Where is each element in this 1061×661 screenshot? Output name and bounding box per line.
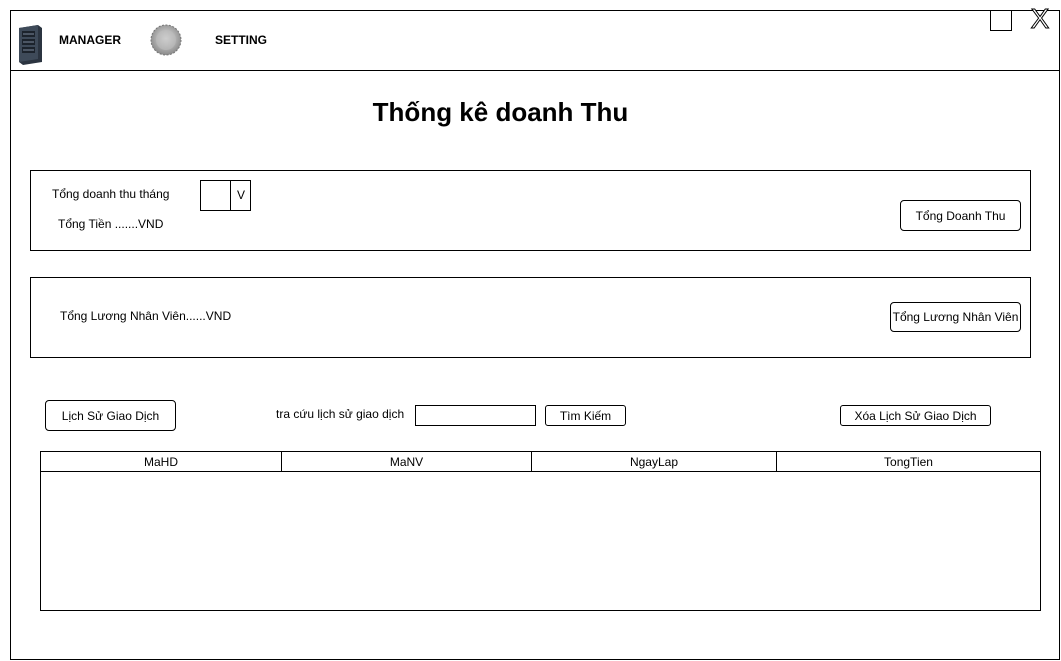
nav-manager[interactable]: MANAGER [59,33,121,47]
total-salary-button[interactable]: Tổng Lương Nhân Viên [890,302,1021,332]
salary-label: Tổng Lương Nhân Viên......VND [60,309,232,323]
search-input[interactable] [415,405,536,426]
search-button[interactable]: Tìm Kiếm [545,405,626,426]
column-header-tongtien[interactable]: TongTien [776,452,1040,472]
month-dropdown[interactable]: V [200,180,251,211]
nav-setting[interactable]: SETTING [215,33,267,47]
total-revenue-button[interactable]: Tổng Doanh Thu [900,200,1021,231]
total-revenue-label: Tổng Tiền .......VND [58,217,164,231]
column-header-mahd[interactable]: MaHD [41,452,281,472]
transactions-table[interactable]: MaHD MaNV NgayLap TongTien [40,451,1041,611]
server-icon[interactable] [16,22,44,66]
gear-icon[interactable] [149,20,183,60]
column-header-ngaylap[interactable]: NgayLap [531,452,776,472]
page-title: Thống kê doanh Thu [372,97,629,127]
revenue-panel [30,170,1031,251]
history-button[interactable]: Lịch Sử Giao Dịch [45,400,176,431]
month-label: Tổng doanh thu tháng [52,187,170,201]
close-button[interactable]: X [1028,4,1052,33]
column-header-manv[interactable]: MaNV [281,452,531,472]
topbar-divider [10,70,1060,71]
chevron-down-icon: V [236,188,245,202]
search-label: tra cứu lịch sử giao dịch [276,407,405,421]
delete-history-button[interactable]: Xóa Lịch Sử Giao Dịch [840,405,991,426]
maximize-button[interactable] [990,10,1012,31]
